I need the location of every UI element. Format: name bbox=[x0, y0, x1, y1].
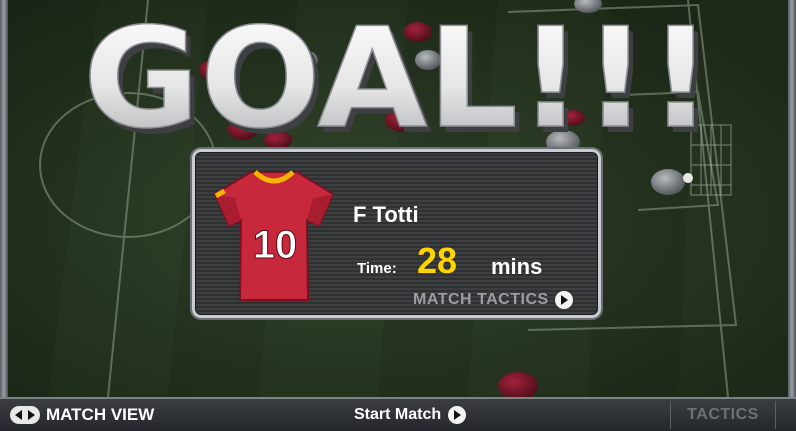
goal-scorer-card: 10 F Totti Time: 28 mins MATCH TACTICS bbox=[192, 149, 601, 318]
tactics-label: TACTICS bbox=[687, 406, 759, 423]
left-right-arrows-icon bbox=[10, 406, 40, 424]
play-icon bbox=[448, 406, 467, 424]
team-shirt-icon: 10 bbox=[213, 170, 335, 301]
game-screen: GOAL!!! GOAL!!! 10 F Totti Time: 28 mins… bbox=[0, 0, 796, 431]
shirt-number: 10 bbox=[253, 223, 298, 267]
match-tactics-label: MATCH TACTICS bbox=[413, 291, 549, 308]
start-match-button[interactable]: Start Match bbox=[354, 404, 467, 426]
time-unit: mins bbox=[491, 254, 543, 279]
goal-headline-text: GOAL!!! bbox=[83, 0, 713, 150]
tactics-button[interactable]: TACTICS bbox=[670, 401, 776, 429]
match-view-label: MATCH VIEW bbox=[46, 405, 155, 424]
bottom-bar: MATCH VIEW Start Match TACTICS bbox=[0, 397, 796, 431]
start-match-label: Start Match bbox=[354, 406, 442, 423]
goal-headline: GOAL!!! GOAL!!! bbox=[82, 0, 718, 150]
match-tactics-button[interactable]: MATCH TACTICS bbox=[413, 290, 573, 310]
player-name: F Totti bbox=[353, 202, 419, 227]
play-icon bbox=[554, 291, 573, 309]
match-view-button[interactable]: MATCH VIEW bbox=[10, 404, 154, 426]
time-label: Time: bbox=[357, 260, 397, 277]
goal-time-value: 28 bbox=[417, 240, 458, 281]
